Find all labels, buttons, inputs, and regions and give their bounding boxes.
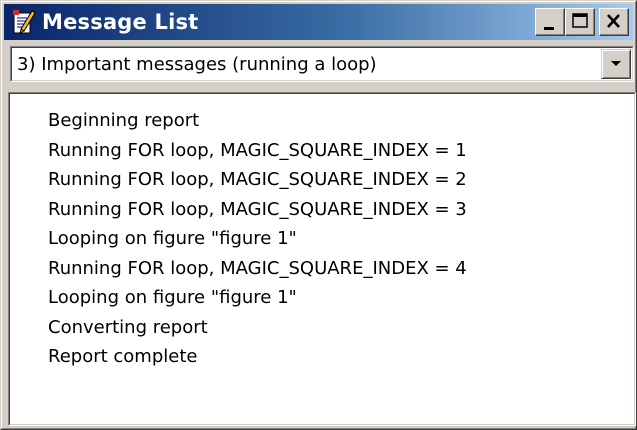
dropdown-arrow-button[interactable]: [601, 49, 631, 79]
window-frame: Message List 3) Important messages (runn…: [1, 1, 636, 429]
message-filter-dropdown[interactable]: 3) Important messages (running a loop): [10, 46, 634, 82]
list-item[interactable]: Looping on figure "figure 1": [48, 283, 467, 313]
dropdown-selected-value: 3) Important messages (running a loop): [17, 54, 377, 75]
close-icon: [607, 14, 620, 28]
title-bar[interactable]: Message List: [4, 4, 633, 40]
list-item[interactable]: Report complete: [48, 342, 467, 372]
message-items: Beginning report Running FOR loop, MAGIC…: [48, 106, 467, 372]
close-button[interactable]: [599, 8, 629, 36]
list-item[interactable]: Running FOR loop, MAGIC_SQUARE_INDEX = 2: [48, 165, 467, 195]
chevron-down-icon: [611, 61, 621, 66]
window-title: Message List: [42, 10, 199, 34]
maximize-button[interactable]: [565, 8, 595, 36]
notepad-pencil-icon: [12, 9, 36, 35]
list-item[interactable]: Beginning report: [48, 106, 467, 136]
dropdown-frame: 3) Important messages (running a loop): [11, 47, 633, 81]
list-item[interactable]: Running FOR loop, MAGIC_SQUARE_INDEX = 3: [48, 195, 467, 225]
message-list-frame: Beginning report Running FOR loop, MAGIC…: [9, 93, 635, 425]
title-buttons: [535, 8, 629, 36]
message-list[interactable]: Beginning report Running FOR loop, MAGIC…: [8, 92, 636, 426]
minimize-button[interactable]: [535, 8, 565, 36]
list-item[interactable]: Running FOR loop, MAGIC_SQUARE_INDEX = 4: [48, 254, 467, 284]
list-item[interactable]: Looping on figure "figure 1": [48, 224, 467, 254]
minimize-icon: [544, 27, 554, 30]
list-item[interactable]: Running FOR loop, MAGIC_SQUARE_INDEX = 1: [48, 136, 467, 166]
list-item[interactable]: Converting report: [48, 313, 467, 343]
message-list-window: Message List 3) Important messages (runn…: [0, 0, 637, 430]
maximize-icon: [572, 13, 588, 28]
